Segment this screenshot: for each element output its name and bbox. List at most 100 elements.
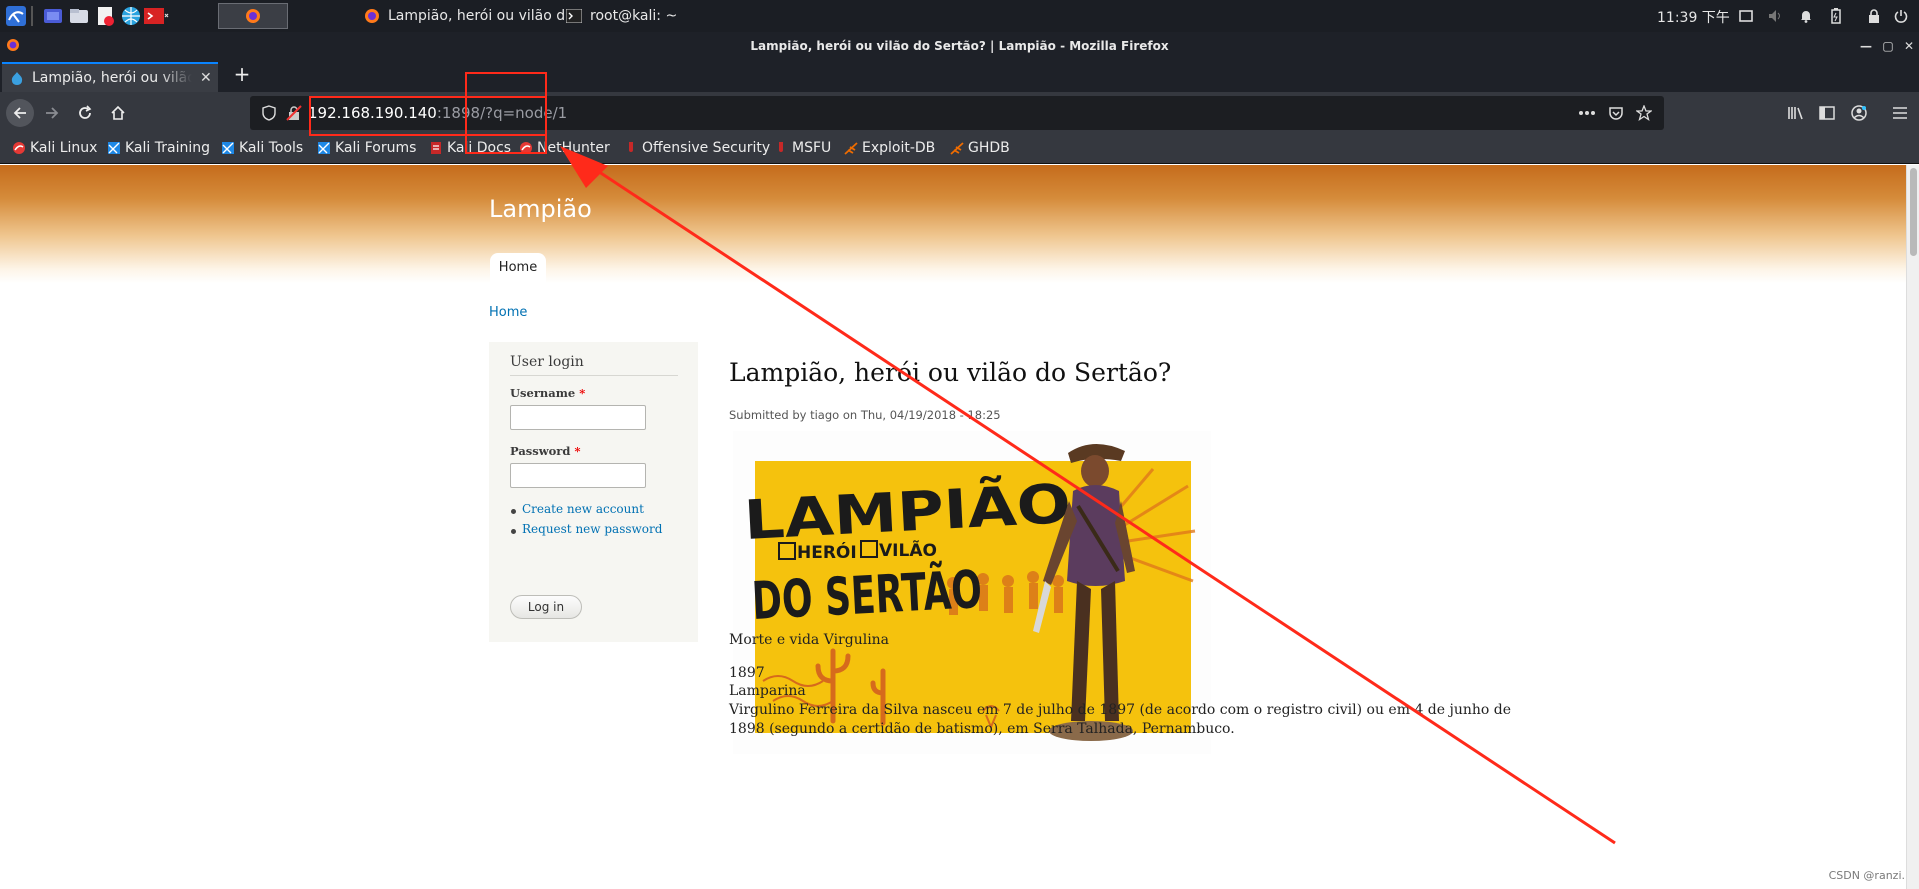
url-bar[interactable]: 192.168.190.140:1898/?q=node/1 (250, 96, 1664, 130)
back-icon[interactable] (6, 99, 34, 127)
page-actions-icon[interactable] (1578, 110, 1596, 116)
notification-bell-icon[interactable] (1798, 8, 1814, 24)
scrollbar-thumb[interactable] (1910, 168, 1917, 256)
bookmark-ghdb[interactable]: GHDB (950, 140, 1010, 156)
bookmarks-toolbar: Kali Linux Kali Training Kali Tools Kali… (0, 134, 1919, 164)
kali-docs-icon (431, 142, 441, 154)
bookmark-label: Exploit-DB (862, 140, 936, 156)
bookmark-kali-forums[interactable]: Kali Forums (317, 140, 416, 156)
clock[interactable]: 11:39 下午 (1657, 7, 1730, 27)
username-label: Username * (510, 386, 586, 400)
bookmark-star-icon[interactable] (1636, 105, 1652, 121)
poster-opt1: HERÓI (797, 541, 857, 563)
block-title: User login (510, 354, 678, 376)
bookmark-offensive-security[interactable]: Offensive Security (624, 140, 770, 156)
create-account-link[interactable]: Create new account (522, 502, 644, 516)
bookmark-exploit-db[interactable]: Exploit-DB (844, 140, 935, 156)
login-button[interactable]: Log in (510, 595, 582, 619)
firefox-icon (365, 9, 379, 23)
terminal-icon (566, 9, 582, 23)
bookmark-kali-tools[interactable]: Kali Tools (221, 140, 303, 156)
bookmark-label: Offensive Security (642, 140, 771, 156)
text-editor-icon[interactable] (92, 3, 118, 29)
kali-training-icon (108, 142, 120, 154)
user-login-block: User login Username * Password * Create … (489, 342, 698, 642)
new-tab-icon[interactable]: + (230, 62, 254, 86)
main-menu-home[interactable]: Home (490, 253, 546, 283)
tab-close-icon[interactable]: ✕ (200, 70, 212, 86)
bookmark-kali-docs[interactable]: Kali Docs (429, 140, 511, 156)
submitted-info: Submitted by tiago on Thu, 04/19/2018 - … (729, 408, 1001, 422)
task-firefox[interactable]: Lampião, herói ou vilão d... (358, 2, 584, 30)
username-field[interactable] (510, 405, 646, 430)
library-icon[interactable] (1782, 99, 1810, 127)
watermark: CSDN @ranzi. (1828, 869, 1905, 882)
forward-icon[interactable] (38, 99, 66, 127)
tab-strip: Lampião, herói ou vilão do Sertão? | Lam… (0, 60, 1919, 92)
poster-line3: DO SERTÃO (750, 559, 983, 632)
request-password-link[interactable]: Request new password (522, 522, 662, 536)
site-name[interactable]: Lampião (489, 195, 592, 223)
url-query: /?q=node/1 (480, 104, 568, 122)
pocket-icon[interactable] (1608, 105, 1624, 121)
bookmark-nethunter[interactable]: NetHunter (519, 140, 610, 156)
exploit-db-icon (844, 142, 858, 155)
bookmark-label: NetHunter (537, 140, 610, 156)
paragraph: 1897 (729, 665, 765, 681)
url-host: 192.168.190.140 (308, 104, 437, 122)
task-terminal[interactable]: root@kali: ~ (560, 2, 683, 30)
bookmark-msfu[interactable]: MSFU (774, 140, 831, 156)
list-bullet (511, 529, 516, 534)
node-title: Lampião, herói ou vilão do Sertão? (729, 358, 1172, 387)
desktop-panel: Lampião, herói ou vilão d... root@kali: … (0, 0, 1919, 32)
password-label: Password * (510, 444, 581, 458)
kali-tools-icon (222, 142, 234, 154)
terminal-launcher-icon[interactable] (143, 3, 169, 29)
bookmark-kali-linux[interactable]: Kali Linux (12, 140, 97, 156)
password-field[interactable] (510, 463, 646, 488)
reload-icon[interactable] (71, 99, 99, 127)
navigation-toolbar: 192.168.190.140:1898/?q=node/1 (0, 92, 1919, 134)
bookmark-label: MSFU (792, 140, 832, 156)
menu-hamburger-icon[interactable] (1886, 99, 1914, 127)
bookmark-label: Kali Forums (335, 140, 417, 156)
window-title: Lampião, herói ou vilão do Sertão? | Lam… (750, 39, 1169, 53)
tab-lampiao[interactable]: Lampião, herói ou vilão do Sertão? | Lam… (2, 62, 218, 92)
bookmark-label: GHDB (968, 140, 1010, 156)
sidebar-toggle-icon[interactable] (1813, 99, 1841, 127)
paragraph: Morte e vida Virgulina (729, 632, 890, 648)
volume-muted-icon[interactable] (1768, 8, 1784, 24)
insecure-lock-icon[interactable] (286, 105, 302, 121)
firefox-taskbar-thumb[interactable] (218, 3, 288, 29)
window-titlebar: Lampião, herói ou vilão do Sertão? | Lam… (0, 32, 1919, 60)
list-bullet (511, 509, 516, 514)
power-icon[interactable] (1893, 8, 1909, 24)
home-icon[interactable] (104, 99, 132, 127)
ghdb-icon (950, 142, 964, 155)
lock-icon[interactable] (1866, 8, 1882, 24)
maximize-icon[interactable]: ▢ (1878, 36, 1898, 56)
paragraph: Virgulino Ferreira da Silva nasceu em 7 … (729, 702, 1512, 718)
close-window-icon[interactable]: ✕ (1899, 36, 1919, 56)
panel-separator (31, 6, 33, 26)
web-page: Lampião Home Home User login Username * … (0, 165, 1906, 889)
browser-launcher-icon[interactable] (118, 3, 144, 29)
bookmark-kali-training[interactable]: Kali Training (107, 140, 210, 156)
bookmark-label: Kali Docs (447, 140, 512, 156)
tab-label: Lampião, herói ou vilão do Sertão? | Lam… (32, 70, 192, 86)
page-scrollbar[interactable] (1906, 165, 1919, 889)
url-port: :1898 (436, 104, 481, 122)
main-content: Lampião, herói ou vilão do Sertão? Submi… (729, 165, 1511, 889)
display-icon[interactable] (1738, 8, 1754, 24)
minimize-icon[interactable]: — (1856, 36, 1876, 56)
file-manager-icon[interactable] (66, 3, 92, 29)
account-icon[interactable] (1845, 99, 1873, 127)
bookmark-label: Kali Linux (30, 140, 98, 156)
task-label: root@kali: ~ (590, 8, 678, 24)
battery-icon[interactable] (1828, 8, 1844, 24)
kali-menu-icon[interactable] (3, 3, 29, 29)
workspace-icon[interactable] (40, 3, 66, 29)
breadcrumb[interactable]: Home (489, 305, 527, 320)
tracking-shield-icon[interactable] (262, 105, 276, 121)
task-label: Lampião, herói ou vilão d... (388, 8, 579, 24)
